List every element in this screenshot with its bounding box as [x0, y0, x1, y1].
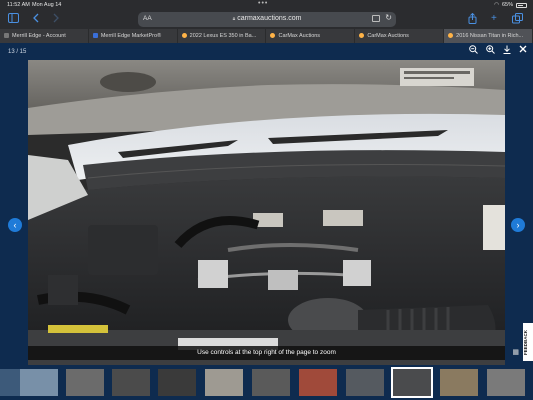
thumbnail[interactable] — [66, 369, 104, 396]
thumbnail-strip — [0, 365, 533, 400]
reload-icon[interactable]: ↻ — [385, 13, 392, 22]
tab-carmax-auctions-2[interactable]: CarMax Auctions — [355, 29, 445, 43]
forward-icon[interactable] — [52, 13, 60, 27]
zoom-out-icon[interactable] — [469, 45, 478, 56]
url-text[interactable]: carmaxauctions.com — [237, 15, 301, 22]
tab-carmax-auctions-1[interactable]: CarMax Auctions — [266, 29, 356, 43]
status-date: Mon Aug 14 — [32, 2, 62, 8]
thumbnail[interactable] — [299, 369, 337, 396]
status-bar: 11:52 AM Mon Aug 14 ••• ◠ 65% — [0, 0, 533, 10]
address-bar[interactable]: AA 🔒︎ carmaxauctions.com ↻ — [138, 12, 396, 27]
feedback-tab[interactable]: FEEDBACK — [523, 323, 533, 361]
carmax-favicon-icon — [270, 33, 276, 38]
thumbnail-selected[interactable] — [391, 367, 433, 398]
reader-icon[interactable] — [372, 15, 380, 22]
battery-percent: 65% — [501, 2, 513, 8]
image-counter: 13 / 15 — [8, 49, 27, 55]
back-icon[interactable] — [32, 13, 40, 27]
chevron-right-icon: › — [516, 220, 520, 230]
grid-view-icon[interactable]: ▦ — [512, 348, 519, 356]
thumbnail[interactable] — [205, 369, 243, 396]
image-viewer: 13 / 15 Use controls at the top right of… — [0, 43, 533, 400]
tab-label: CarMax Auctions — [278, 33, 321, 39]
thumbnail[interactable] — [252, 369, 290, 396]
carmax-favicon-icon — [448, 33, 454, 38]
vehicle-photo[interactable] — [28, 60, 505, 387]
tab-label: Merrill Edge - Account — [12, 33, 66, 39]
multitasking-dots[interactable]: ••• — [258, 0, 268, 7]
wifi-icon: ◠ — [494, 2, 499, 8]
tabs-icon[interactable] — [512, 13, 523, 28]
tab-bar: Merrill Edge - Account Merrill Edge Mark… — [0, 29, 533, 43]
thumbnail[interactable] — [487, 369, 525, 396]
tab-lexus-es350[interactable]: 2022 Lexus ES 350 in Ba... — [178, 29, 267, 43]
new-tab-icon[interactable]: + — [491, 13, 497, 25]
download-icon[interactable] — [503, 45, 511, 56]
battery-icon — [516, 2, 527, 8]
tab-merrill-account[interactable]: Merrill Edge - Account — [0, 29, 89, 43]
viewer-toolbar — [469, 45, 527, 56]
browser-toolbar: AA 🔒︎ carmaxauctions.com ↻ + — [0, 10, 533, 29]
close-icon[interactable] — [519, 45, 527, 56]
tab-nissan-titan[interactable]: 2016 Nissan Titan in Rich... — [444, 29, 533, 43]
merrill-favicon-icon — [4, 33, 9, 38]
thumbnail[interactable] — [112, 369, 150, 396]
merrill-favicon-icon — [92, 33, 98, 38]
status-time: 11:52 AM — [7, 2, 30, 8]
tab-label: 2016 Nissan Titan in Rich... — [456, 33, 524, 39]
thumbnail[interactable] — [440, 369, 478, 396]
thumbnail[interactable] — [158, 369, 196, 396]
carmax-favicon-icon — [181, 33, 187, 38]
tab-label: 2022 Lexus ES 350 in Ba... — [189, 33, 257, 39]
thumbnail[interactable] — [20, 369, 58, 396]
chevron-left-icon: ‹ — [13, 220, 17, 230]
zoom-in-icon[interactable] — [486, 45, 495, 56]
share-icon[interactable] — [468, 12, 477, 28]
tab-label: Merrill Edge MarketPro® — [100, 33, 162, 39]
next-image-button[interactable]: › — [511, 218, 525, 232]
previous-image-button[interactable]: ‹ — [8, 218, 22, 232]
lock-icon: 🔒︎ — [232, 16, 236, 22]
thumbnail[interactable] — [346, 369, 384, 396]
sidebar-icon[interactable] — [8, 13, 19, 27]
tab-label: CarMax Auctions — [367, 33, 409, 39]
carmax-favicon-icon — [359, 33, 365, 38]
zoom-hint: Use controls at the top right of the pag… — [28, 346, 505, 360]
tab-merrill-marketpro[interactable]: Merrill Edge MarketPro® — [89, 29, 178, 43]
